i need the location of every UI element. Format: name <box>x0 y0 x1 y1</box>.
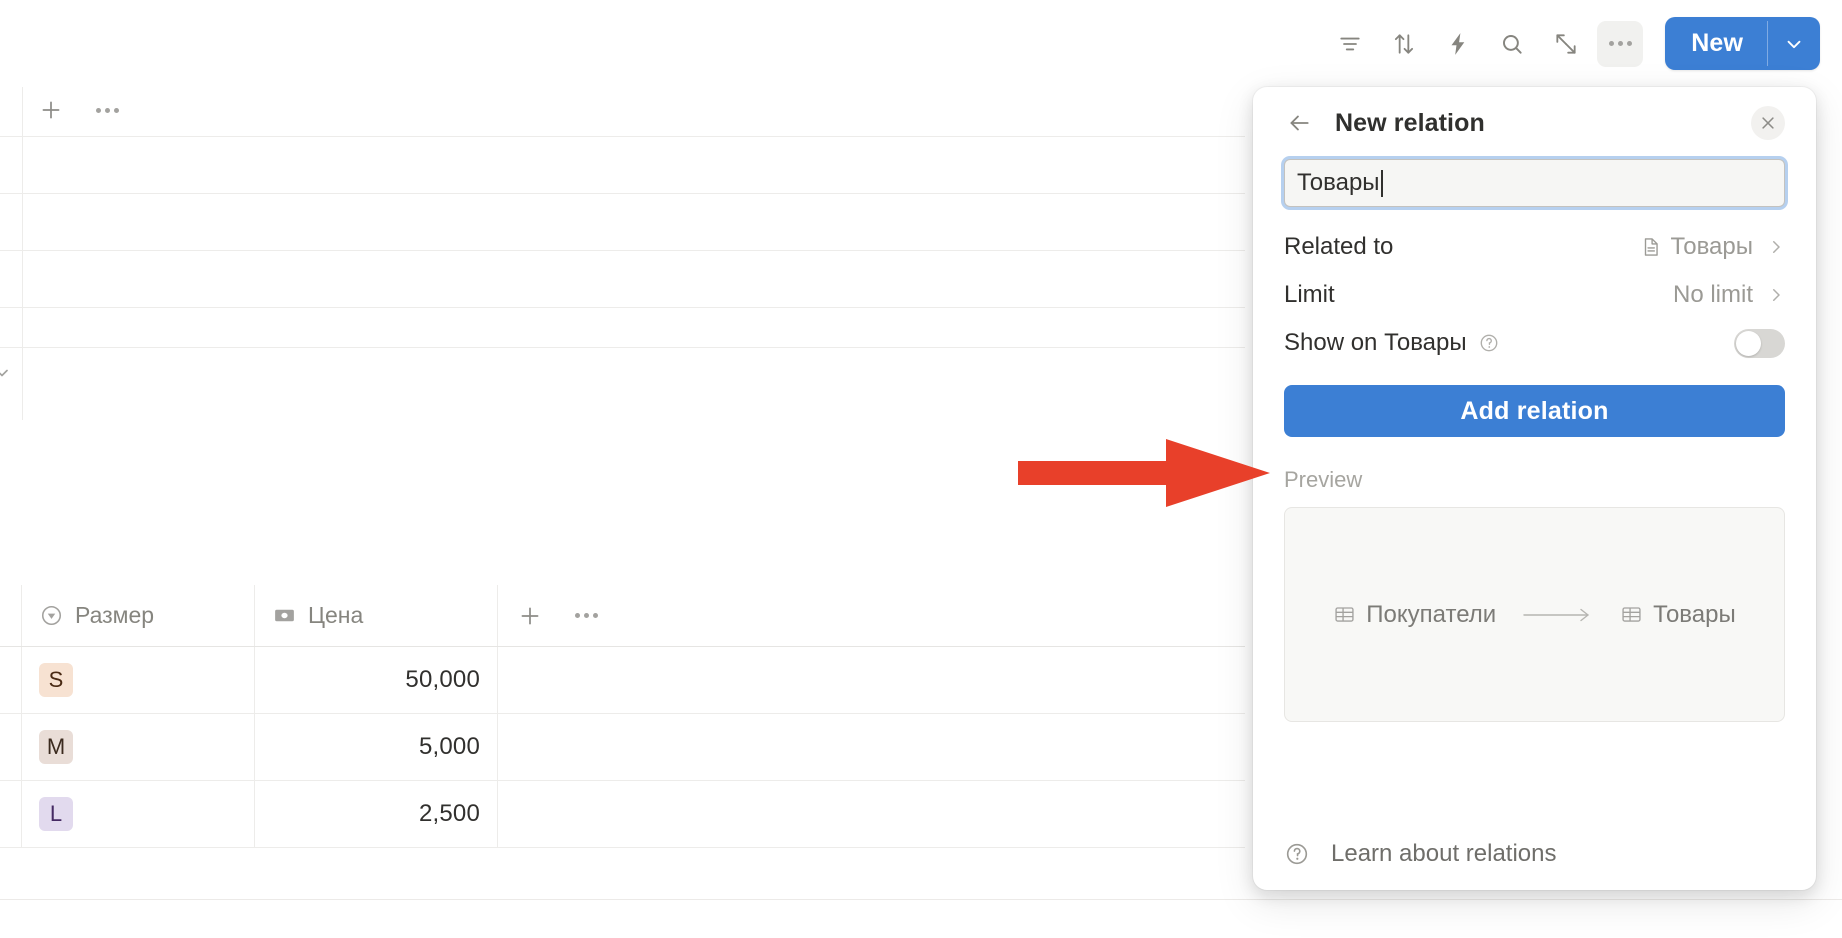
limit-label: Limit <box>1284 281 1335 308</box>
preview-source-label: Покупатели <box>1366 600 1497 628</box>
related-to-value: Товары <box>1670 233 1753 260</box>
more-dots-glyph <box>95 107 119 113</box>
cell-empty <box>498 714 618 780</box>
filter-icon[interactable] <box>1327 21 1373 67</box>
table-row[interactable]: M 5,000 <box>0 714 1245 781</box>
panel-title: New relation <box>1335 108 1485 137</box>
row-gutter <box>0 647 22 713</box>
cell-filler <box>618 647 1245 713</box>
add-relation-button[interactable]: Add relation <box>1284 385 1785 437</box>
relation-preview: Покупатели Товары <box>1284 507 1785 722</box>
collapse-section-chevron-down-icon[interactable] <box>0 363 12 383</box>
cell-price[interactable]: 2,500 <box>255 781 498 847</box>
row-gutter <box>0 585 22 646</box>
sort-icon[interactable] <box>1381 21 1427 67</box>
related-to-label: Related to <box>1284 233 1394 260</box>
cell-price[interactable]: 50,000 <box>255 647 498 713</box>
column-header-label: Размер <box>75 602 155 628</box>
related-to-row[interactable]: Related to Товары <box>1284 223 1785 271</box>
preview-target-label: Товары <box>1653 600 1736 628</box>
price-value: 2,500 <box>418 800 480 827</box>
select-property-icon <box>39 603 64 628</box>
text-cursor <box>1380 169 1383 197</box>
chevron-right-icon <box>1767 286 1785 304</box>
search-icon[interactable] <box>1489 21 1535 67</box>
price-value: 5,000 <box>418 733 480 760</box>
cell-filler <box>618 714 1245 780</box>
data-table: Размер Цена S 50,000 M 5,000 L 2,500 <box>0 585 1245 848</box>
cell-size[interactable]: M <box>22 714 255 780</box>
relation-name-input[interactable]: Товары <box>1284 159 1785 207</box>
show-on-row: Show on Товары <box>1284 319 1785 367</box>
column-header-size[interactable]: Размер <box>22 585 255 646</box>
table-row[interactable]: L 2,500 <box>0 781 1245 848</box>
table-row[interactable] <box>0 194 1245 251</box>
panel-header: New relation <box>1284 87 1785 159</box>
question-circle-icon[interactable] <box>1478 332 1500 354</box>
cell-empty <box>498 781 618 847</box>
table-more-options-icon[interactable] <box>571 601 601 631</box>
automation-bolt-icon[interactable] <box>1435 21 1481 67</box>
table-row[interactable] <box>0 137 1245 194</box>
new-button[interactable]: New <box>1665 17 1767 70</box>
page-document-icon <box>1640 236 1662 258</box>
arrow-right-icon <box>1522 606 1594 624</box>
add-column-icon[interactable] <box>515 601 545 631</box>
table-icon <box>1620 603 1643 626</box>
expand-icon[interactable] <box>1543 21 1589 67</box>
table-header-row: Размер Цена <box>0 585 1245 647</box>
column-header-price[interactable]: Цена <box>255 585 498 646</box>
preview-label: Preview <box>1284 467 1363 492</box>
add-column-cell[interactable] <box>498 585 618 646</box>
top-toolbar: New <box>0 0 1842 87</box>
show-on-label-group: Show on Товары <box>1284 329 1500 357</box>
size-tag: M <box>39 730 73 764</box>
limit-value: No limit <box>1672 281 1753 308</box>
callout-arrow <box>1018 435 1278 511</box>
new-button-chevron-down-icon[interactable] <box>1768 17 1820 70</box>
header-filler <box>618 585 1245 646</box>
size-tag: L <box>39 797 73 831</box>
row-gutter <box>0 714 22 780</box>
relation-name-value: Товары <box>1297 169 1380 196</box>
cell-price[interactable]: 5,000 <box>255 714 498 780</box>
arrow-left-icon[interactable] <box>1284 108 1314 138</box>
table-row[interactable] <box>0 251 1245 308</box>
chevron-right-icon <box>1767 238 1785 256</box>
more-dots-glyph <box>574 613 598 618</box>
cell-size[interactable]: L <box>22 781 255 847</box>
related-to-value-group[interactable]: Товары <box>1640 233 1785 261</box>
show-on-toggle[interactable] <box>1734 328 1785 358</box>
table-row[interactable]: S 50,000 <box>0 647 1245 714</box>
cell-filler <box>618 781 1245 847</box>
new-button-group[interactable]: New <box>1665 17 1820 70</box>
table-more-options-icon[interactable] <box>92 95 122 125</box>
limit-row[interactable]: Limit No limit <box>1284 271 1785 319</box>
question-circle-icon <box>1284 841 1310 867</box>
toggle-knob <box>1736 330 1761 356</box>
close-icon[interactable] <box>1751 106 1785 140</box>
preview-source: Покупатели <box>1333 601 1496 629</box>
limit-value-group[interactable]: No limit <box>1673 281 1785 309</box>
more-dots-glyph <box>1608 41 1632 46</box>
add-column-icon[interactable] <box>36 95 66 125</box>
show-on-label: Show on Товары <box>1284 329 1467 356</box>
row-gutter <box>0 781 22 847</box>
currency-property-icon <box>272 603 297 628</box>
size-tag: S <box>39 663 73 697</box>
table-header-row <box>0 87 1245 137</box>
table-icon <box>1333 603 1356 626</box>
column-header-label: Цена <box>308 602 364 628</box>
cell-size[interactable]: S <box>22 647 255 713</box>
background-table-top <box>0 87 1245 420</box>
cell-empty <box>498 647 618 713</box>
more-options-icon[interactable] <box>1597 20 1644 67</box>
preview-target: Товары <box>1620 601 1736 629</box>
price-value: 50,000 <box>405 666 480 693</box>
learn-about-relations-label: Learn about relations <box>1331 840 1557 867</box>
new-relation-panel: New relation Товары Related to Товары Li… <box>1253 87 1816 890</box>
section-divider <box>0 347 1245 348</box>
page-divider <box>0 899 1842 900</box>
learn-about-relations-link[interactable]: Learn about relations <box>1284 840 1557 868</box>
